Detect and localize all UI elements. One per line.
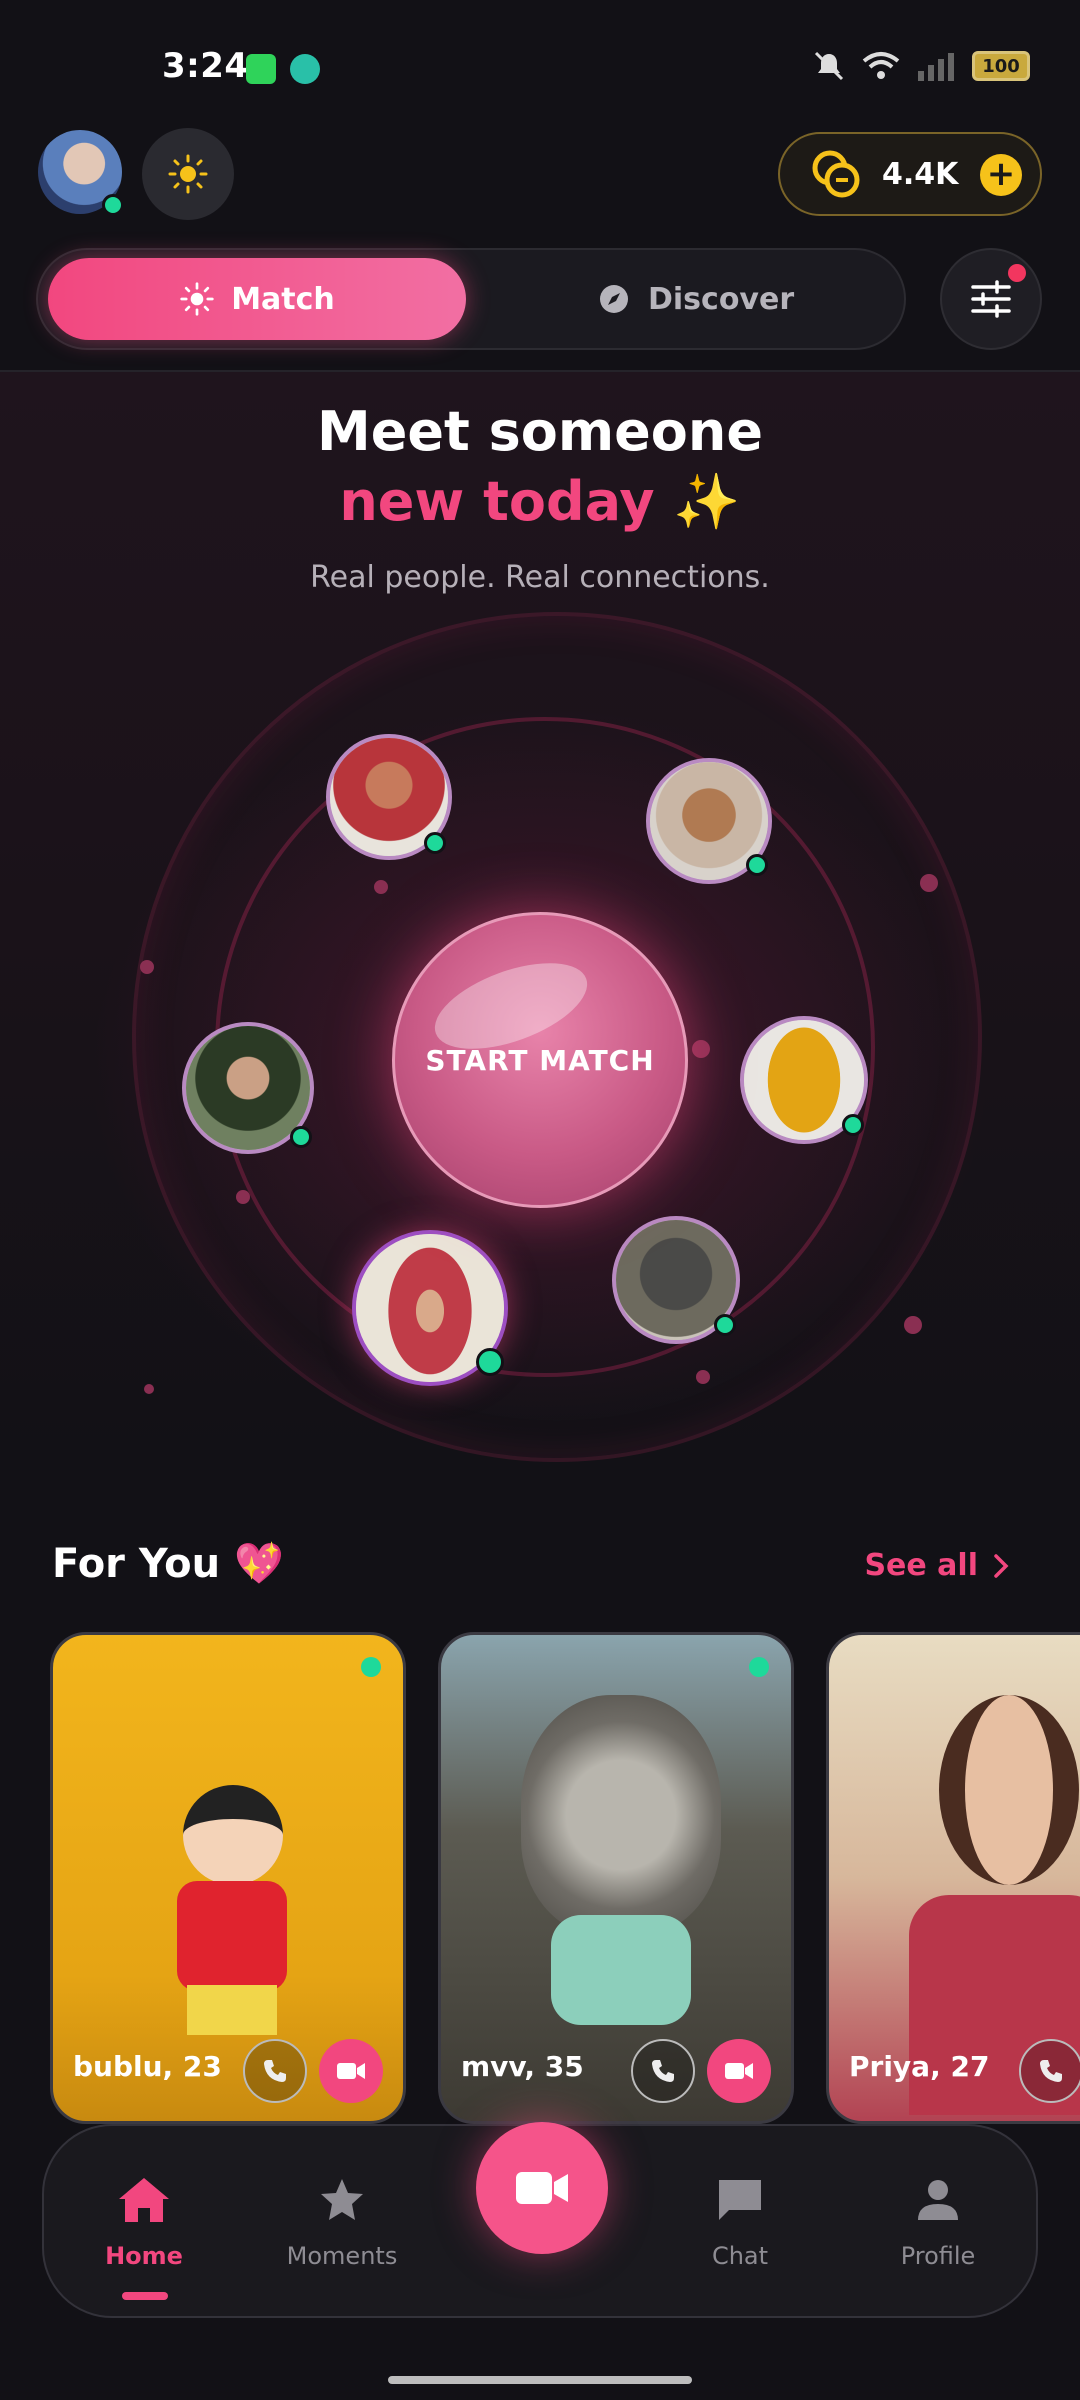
sparkle-dot [236, 1190, 250, 1204]
start-match-button[interactable]: START MATCH [392, 912, 688, 1208]
coins-icon [812, 150, 860, 198]
home-icon [119, 2178, 169, 2222]
video-camera-icon [337, 2063, 365, 2079]
video-camera-icon [725, 2063, 753, 2079]
video-camera-icon [516, 2172, 568, 2204]
match-hero: Meet someone new today ✨ Real people. Re… [0, 372, 1080, 1472]
card-photo [143, 1785, 313, 2065]
card-name: bublu, 23 [73, 2050, 222, 2083]
hero-subtitle: Real people. Real connections. [310, 560, 770, 595]
card-photo [899, 1675, 1080, 2115]
tab-match-label: Match [231, 281, 335, 317]
online-status-dot [714, 1314, 736, 1336]
nav-profile-label: Profile [900, 2242, 976, 2270]
wifi-icon [862, 52, 900, 79]
profile-bubble-featured[interactable] [352, 1230, 508, 1386]
hero-title-line2: new today ✨ [339, 470, 741, 533]
filter-notification-dot [1008, 264, 1026, 282]
profile-bubble[interactable] [182, 1022, 314, 1154]
card-photo [501, 1675, 741, 2055]
sparkle-dot [144, 1384, 154, 1394]
user-avatar[interactable] [38, 130, 124, 216]
home-indicator[interactable] [388, 2376, 692, 2384]
start-match-label: START MATCH [425, 1043, 655, 1077]
see-all-link[interactable]: See all [864, 1548, 1010, 1583]
phone-icon [652, 2060, 674, 2082]
online-status-dot [290, 1126, 312, 1148]
nav-chat[interactable]: Chat [670, 2172, 810, 2270]
star-icon [321, 2179, 363, 2220]
profile-bubble[interactable] [612, 1216, 740, 1344]
nav-moments[interactable]: Moments [272, 2172, 412, 2270]
hero-title-line1: Meet someone [317, 400, 763, 463]
card-name: mvv, 35 [461, 2050, 584, 2083]
voice-call-button[interactable] [1019, 2039, 1080, 2103]
sun-icon [180, 282, 214, 316]
tab-match[interactable]: Match [48, 258, 466, 340]
compass-icon [600, 285, 628, 313]
online-status-dot [476, 1348, 504, 1376]
online-status-dot [361, 1657, 381, 1677]
nav-home-label: Home [105, 2242, 183, 2270]
video-match-button[interactable] [476, 2122, 608, 2254]
video-call-button[interactable] [707, 2039, 771, 2103]
add-coins-button[interactable]: + [980, 154, 1022, 196]
nav-moments-label: Moments [286, 2242, 398, 2270]
online-status-dot [749, 1657, 769, 1677]
status-bar: 3:24 100 [0, 0, 1080, 130]
nav-chat-label: Chat [711, 2242, 769, 2270]
online-status-dot [842, 1114, 864, 1136]
see-all-label: See all [864, 1548, 978, 1583]
sun-icon [168, 154, 208, 194]
sparkle-dot [692, 1040, 710, 1058]
bottom-navigation: Home Moments Chat Profile [42, 2122, 1038, 2318]
nav-home[interactable]: Home [74, 2172, 214, 2270]
messages-app-icon [290, 54, 320, 84]
sparkle-dot [374, 880, 388, 894]
signal-icon [918, 53, 954, 81]
sliders-icon [971, 280, 1011, 318]
video-call-button[interactable] [319, 2039, 383, 2103]
profile-card[interactable]: Priya, 27 [826, 1632, 1080, 2124]
tab-discover[interactable]: Discover [598, 258, 794, 340]
profile-card[interactable]: bublu, 23 [50, 1632, 406, 2124]
sparkle-dot [140, 960, 154, 974]
sparkle-dot [696, 1370, 710, 1384]
status-time: 3:24 [162, 46, 249, 86]
theme-toggle-button[interactable] [142, 128, 234, 220]
coin-balance: 4.4K [882, 156, 959, 192]
profile-bubble[interactable] [326, 734, 452, 860]
person-icon [918, 2180, 958, 2220]
voice-call-button[interactable] [243, 2039, 307, 2103]
phone-icon [264, 2060, 286, 2082]
tab-discover-label: Discover [648, 281, 795, 317]
online-status-dot [746, 854, 768, 876]
chat-icon [719, 2180, 761, 2220]
mode-segmented-control: Match Discover [36, 248, 906, 350]
battery-indicator: 100 [972, 51, 1030, 81]
calculator-app-icon [246, 54, 276, 84]
profile-bubble[interactable] [646, 758, 772, 884]
profile-card[interactable]: mvv, 35 [438, 1632, 794, 2124]
top-bar: 4.4K + [0, 128, 1080, 238]
card-name: Priya, 27 [849, 2050, 990, 2083]
coin-balance-pill[interactable]: 4.4K + [778, 132, 1042, 216]
sparkle-dot [920, 874, 938, 892]
status-indicators: 100 [812, 50, 1030, 82]
mute-icon [814, 51, 844, 81]
nav-profile[interactable]: Profile [868, 2172, 1008, 2270]
filter-button[interactable] [940, 248, 1042, 350]
for-you-title: For You 💖 [52, 1541, 284, 1587]
voice-call-button[interactable] [631, 2039, 695, 2103]
online-status-dot [102, 194, 124, 216]
phone-icon [1040, 2060, 1062, 2082]
sparkle-dot [904, 1316, 922, 1334]
profile-bubble[interactable] [740, 1016, 868, 1144]
chevron-right-icon [994, 1553, 1009, 1578]
online-status-dot [424, 832, 446, 854]
nav-active-indicator [122, 2292, 168, 2300]
